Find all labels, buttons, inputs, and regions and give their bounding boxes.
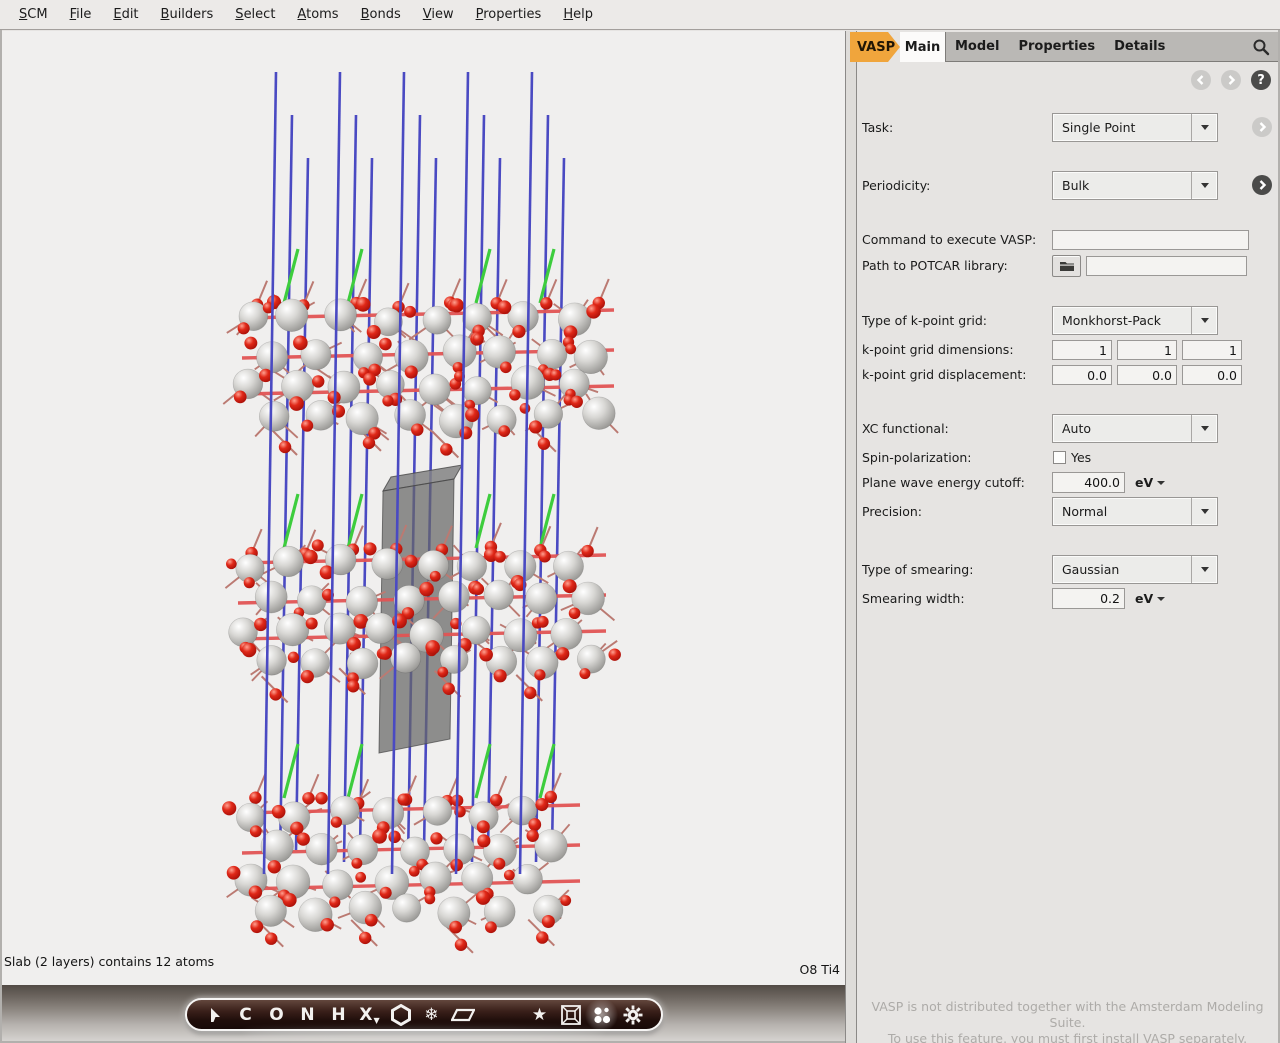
spin-label: Spin-polarization:	[862, 450, 971, 466]
menu-help[interactable]: Help	[552, 4, 604, 25]
task-detail-button[interactable]	[1252, 117, 1272, 137]
kgrid-dim-z-input[interactable]	[1182, 340, 1242, 360]
help-button[interactable]: ?	[1251, 70, 1271, 90]
potcar-label: Path to POTCAR library:	[862, 258, 1008, 274]
periodicity-dropdown[interactable]: Bulk	[1052, 171, 1218, 200]
menu-builders[interactable]: Builders	[150, 4, 225, 25]
menu-atoms[interactable]: Atoms	[286, 4, 349, 25]
tab-strip: Model Properties Details	[945, 32, 1278, 62]
kgrid-dim-y-input[interactable]	[1117, 340, 1177, 360]
cutoff-input[interactable]	[1052, 472, 1125, 493]
vasp-disclaimer: VASP is not distributed together with th…	[857, 999, 1278, 1043]
kgrid-disp-x-input[interactable]	[1052, 365, 1112, 385]
kgrid-type-dropdown[interactable]: Monkhorst-Pack	[1052, 306, 1218, 335]
smearing-dropdown[interactable]: Gaussian	[1052, 555, 1218, 584]
tab-main[interactable]: Main	[900, 32, 945, 62]
smearing-label: Type of smearing:	[862, 562, 973, 578]
element-x-button[interactable]: X▼	[354, 1001, 385, 1029]
task-label: Task:	[862, 120, 893, 136]
pane-sash[interactable]	[846, 31, 856, 1043]
folder-icon	[1059, 260, 1075, 272]
cutoff-label: Plane wave energy cutoff:	[862, 475, 1025, 491]
status-text: Slab (2 layers) contains 12 atoms	[4, 954, 214, 969]
vasp-product-badge[interactable]: VASP	[850, 32, 900, 62]
smear-width-label: Smearing width:	[862, 591, 965, 607]
element-c-button[interactable]: C	[230, 1001, 261, 1029]
kgrid-disp-label: k-point grid displacement:	[862, 367, 1027, 383]
menu-properties[interactable]: Properties	[465, 4, 553, 25]
builder-toolbar: CONHX▼ ❄ ★	[185, 998, 663, 1031]
favorites-button[interactable]: ★	[524, 1001, 555, 1029]
tab-details[interactable]: Details	[1114, 39, 1165, 54]
kgrid-dims-label: k-point grid dimensions:	[862, 342, 1014, 358]
ring-tool-icon[interactable]	[385, 1001, 416, 1029]
cutoff-unit-selector[interactable]: eV	[1135, 475, 1165, 490]
dropdown-arrow-icon	[1191, 415, 1217, 442]
forward-button[interactable]	[1221, 70, 1241, 90]
kgrid-dim-x-input[interactable]	[1052, 340, 1112, 360]
potcar-input[interactable]	[1086, 256, 1247, 276]
dropdown-arrow-icon	[1191, 307, 1217, 334]
spin-checkbox-label: Yes	[1071, 450, 1091, 465]
freeze-tool[interactable]: ❄	[416, 1001, 447, 1029]
formula-text: O8 Ti4	[740, 962, 840, 977]
command-input[interactable]	[1052, 230, 1249, 250]
command-label: Command to execute VASP:	[862, 232, 1036, 248]
back-button[interactable]	[1191, 70, 1211, 90]
app-window: SCMFileEditBuildersSelectAtomsBondsViewP…	[0, 0, 1280, 1043]
element-n-button[interactable]: N	[292, 1001, 323, 1029]
viewer-bottom-strip: CONHX▼ ❄ ★	[2, 985, 845, 1041]
menu-edit[interactable]: Edit	[102, 4, 149, 25]
element-o-button[interactable]: O	[261, 1001, 292, 1029]
smear-width-input[interactable]	[1052, 588, 1125, 609]
element-h-button[interactable]: H	[323, 1001, 354, 1029]
search-icon[interactable]	[1252, 38, 1270, 56]
tab-model[interactable]: Model	[955, 39, 999, 54]
precision-label: Precision:	[862, 504, 922, 520]
settings-button-icon[interactable]	[617, 1001, 648, 1029]
browse-folder-button[interactable]	[1052, 255, 1081, 277]
dropdown-arrow-icon	[1191, 556, 1217, 583]
periodicity-label: Periodicity:	[862, 178, 930, 194]
dropdown-arrow-icon	[1191, 172, 1217, 199]
kgrid-disp-z-input[interactable]	[1182, 365, 1242, 385]
cell-view-button-icon[interactable]	[555, 1001, 586, 1029]
kgrid-type-label: Type of k-point grid:	[862, 313, 987, 329]
menu-scm[interactable]: SCM	[8, 4, 59, 25]
task-dropdown[interactable]: Single Point	[1052, 113, 1218, 142]
smear-width-unit-selector[interactable]: eV	[1135, 591, 1165, 606]
xc-dropdown[interactable]: Auto	[1052, 414, 1218, 443]
panel-tabbar: VASP Main Model Properties Details	[848, 32, 1278, 62]
plane-tool-icon[interactable]	[447, 1001, 478, 1029]
menu-view[interactable]: View	[412, 4, 465, 25]
menu-select[interactable]: Select	[224, 4, 286, 25]
menubar: SCMFileEditBuildersSelectAtomsBondsViewP…	[0, 0, 1280, 30]
tab-properties[interactable]: Properties	[1018, 39, 1095, 54]
atom-info-button-icon[interactable]	[586, 1001, 617, 1029]
dropdown-arrow-icon	[1191, 498, 1217, 525]
menu-bonds[interactable]: Bonds	[350, 4, 412, 25]
molecule-scene[interactable]	[2, 31, 845, 984]
periodicity-detail-button[interactable]	[1252, 175, 1272, 195]
xc-label: XC functional:	[862, 421, 949, 437]
spin-checkbox[interactable]	[1053, 451, 1066, 464]
kgrid-disp-y-input[interactable]	[1117, 365, 1177, 385]
precision-dropdown[interactable]: Normal	[1052, 497, 1218, 526]
menu-file[interactable]: File	[59, 4, 103, 25]
dropdown-arrow-icon	[1191, 114, 1217, 141]
pointer-tool-icon[interactable]	[199, 1001, 230, 1029]
molecule-viewer[interactable]	[2, 31, 845, 985]
